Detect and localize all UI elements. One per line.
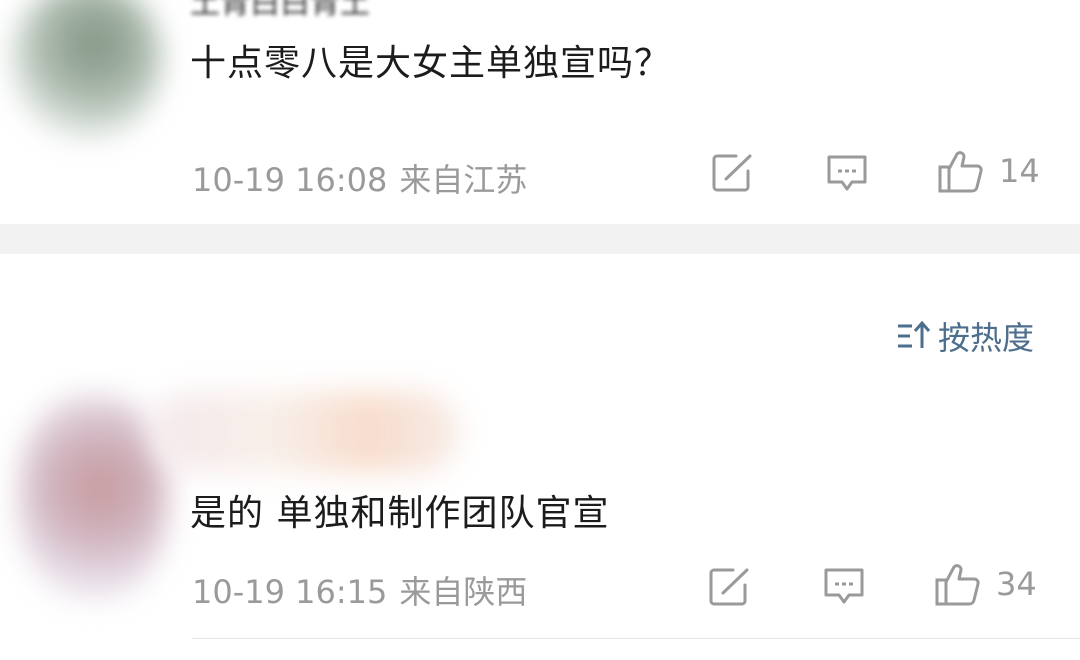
comment-icon <box>827 155 867 191</box>
comments-page: 土青白白青土 十点零八是大女主单独宣吗？ 10-19 16:08 来自江苏 14 <box>0 0 1080 660</box>
thumbs-up-icon <box>938 151 983 193</box>
username[interactable]: 土青白白青土 <box>190 0 370 22</box>
like-button[interactable]: 34 <box>934 560 1037 608</box>
like-count: 14 <box>999 152 1040 190</box>
reply-button[interactable] <box>826 154 868 194</box>
comment-date: 10-19 16:08 <box>192 161 388 199</box>
comment-icon <box>824 568 864 604</box>
sort-label: 按热度 <box>937 319 1034 357</box>
thumbs-up-icon <box>935 564 980 606</box>
share-icon <box>712 154 752 192</box>
section-divider <box>0 224 1080 254</box>
comment-meta: 10-19 16:15 来自陕西 <box>192 567 527 613</box>
comment-meta: 10-19 16:08 来自江苏 <box>192 155 527 201</box>
sort-by-hot-button[interactable]: 按热度 <box>896 313 1034 359</box>
sort-icon <box>897 320 931 348</box>
like-count: 34 <box>996 565 1037 603</box>
reply-button[interactable] <box>823 567 865 607</box>
share-icon <box>709 568 749 606</box>
comment-text[interactable]: 是的 单独和制作团队官宣 <box>190 484 609 536</box>
comment-text[interactable]: 十点零八是大女主单独宣吗？ <box>190 34 671 86</box>
username[interactable] <box>150 392 460 472</box>
share-button[interactable] <box>709 567 751 607</box>
share-button[interactable] <box>712 153 754 193</box>
row-divider <box>192 638 1080 639</box>
comment-location: 来自陕西 <box>399 573 528 611</box>
avatar[interactable] <box>18 395 168 600</box>
comment-location: 来自江苏 <box>399 161 528 199</box>
comment-date: 10-19 16:15 <box>192 573 388 611</box>
like-button[interactable]: 14 <box>937 147 1040 195</box>
avatar[interactable] <box>12 0 162 140</box>
